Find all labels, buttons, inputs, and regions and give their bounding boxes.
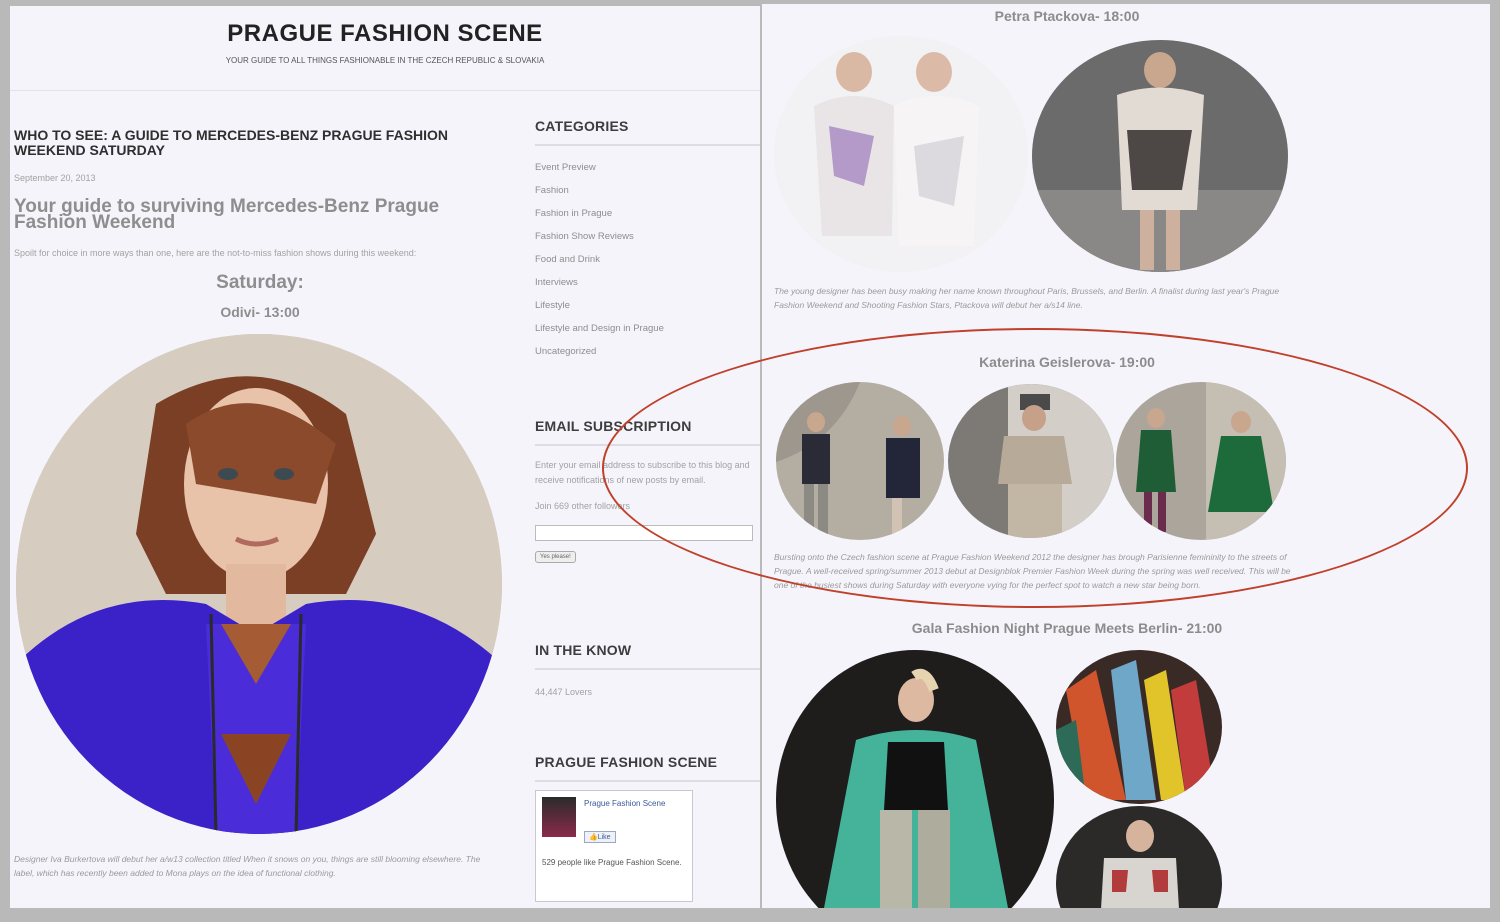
show-odivi-heading: Odivi- 13:00 xyxy=(220,304,300,320)
odivi-caption: Designer Iva Burkertova will debut her a… xyxy=(14,854,481,878)
geislerova-caption: Bursting onto the Czech fashion scene at… xyxy=(774,552,1291,590)
category-link[interactable]: Uncategorized xyxy=(535,346,760,357)
category-link[interactable]: Fashion Show Reviews xyxy=(535,231,760,242)
site-title[interactable]: PRAGUE FASHION SCENE xyxy=(10,20,760,48)
categories-rule xyxy=(535,144,760,146)
email-rule xyxy=(535,444,760,446)
facebook-like-box: Prague Fashion Scene 👍Like 529 people li… xyxy=(535,790,693,902)
facebook-widget: PRAGUE FASHION SCENE Prague Fashion Scen… xyxy=(535,754,760,902)
sidebar: CATEGORIES Event Preview Fashion Fashion… xyxy=(535,118,760,369)
lovers-count: 44,447 Lovers xyxy=(535,687,593,697)
post-subtitle: Your guide to surviving Mercedes-Benz Pr… xyxy=(14,196,440,233)
geislerova-photo-2 xyxy=(948,384,1114,538)
post-date: September 20, 2013 xyxy=(14,173,96,183)
blog-page-right: Petra Ptackova- 18:00 The young designer… xyxy=(762,4,1490,908)
gala-photo-1 xyxy=(776,650,1054,908)
category-link[interactable]: Interviews xyxy=(535,277,760,288)
blog-page-left: PRAGUE FASHION SCENE YOUR GUIDE TO ALL T… xyxy=(10,6,760,908)
categories-list: Event Preview Fashion Fashion in Prague … xyxy=(535,162,760,357)
facebook-page-name[interactable]: Prague Fashion Scene xyxy=(584,799,684,809)
facebook-page-thumbnail[interactable] xyxy=(542,797,576,837)
category-link[interactable]: Fashion xyxy=(535,185,760,196)
day-heading: Saturday: xyxy=(216,272,304,293)
show-ptackova-heading: Petra Ptackova- 18:00 xyxy=(994,8,1140,24)
category-link[interactable]: Lifestyle xyxy=(535,300,760,311)
geislerova-photo-3 xyxy=(1116,382,1286,540)
geislerova-photo-1 xyxy=(776,382,944,540)
site-header: PRAGUE FASHION SCENE YOUR GUIDE TO ALL T… xyxy=(10,6,760,91)
gala-photo-3 xyxy=(1056,806,1222,908)
email-heading: EMAIL SUBSCRIPTION xyxy=(535,418,692,434)
ptackova-photo-1 xyxy=(774,36,1028,272)
show-gala-heading: Gala Fashion Night Prague Meets Berlin- … xyxy=(911,620,1223,636)
email-widget: EMAIL SUBSCRIPTION Enter your email addr… xyxy=(535,418,760,563)
gala-photo-2 xyxy=(1056,650,1222,804)
thumbs-up-icon: 👍 xyxy=(589,834,598,841)
facebook-rule xyxy=(535,780,760,782)
category-link[interactable]: Food and Drink xyxy=(535,254,760,265)
post-intro: Spoilt for choice in more ways than one,… xyxy=(14,248,417,258)
in-the-know-heading: IN THE KNOW xyxy=(535,642,632,658)
followers-count: Join 669 other followers xyxy=(535,501,631,511)
facebook-widget-heading: PRAGUE FASHION SCENE xyxy=(535,754,718,770)
facebook-like-button[interactable]: 👍Like xyxy=(584,831,616,843)
ptackova-photo-2 xyxy=(1032,40,1288,272)
categories-heading: CATEGORIES xyxy=(535,118,629,134)
category-link[interactable]: Fashion in Prague xyxy=(535,208,760,219)
email-description: Enter your email address to subscribe to… xyxy=(535,460,750,485)
category-link[interactable]: Lifestyle and Design in Prague xyxy=(535,323,760,334)
facebook-like-count: 529 people like Prague Fashion Scene. xyxy=(542,858,682,867)
subscribe-button[interactable]: Yes please! xyxy=(535,550,576,563)
in-the-know-widget: IN THE KNOW 44,447 Lovers xyxy=(535,642,760,699)
show-geislerova-heading: Katerina Geislerova- 19:00 xyxy=(979,354,1155,370)
odivi-model-photo xyxy=(16,334,502,834)
in-the-know-rule xyxy=(535,668,760,670)
post-headline[interactable]: WHO TO SEE: A GUIDE TO MERCEDES-BENZ PRA… xyxy=(14,128,494,158)
site-tagline: YOUR GUIDE TO ALL THINGS FASHIONABLE IN … xyxy=(225,56,545,65)
facebook-like-label: Like xyxy=(597,834,611,841)
category-link[interactable]: Event Preview xyxy=(535,162,760,173)
ptackova-caption: The young designer has been busy making … xyxy=(774,286,1280,310)
email-input[interactable] xyxy=(535,525,753,541)
